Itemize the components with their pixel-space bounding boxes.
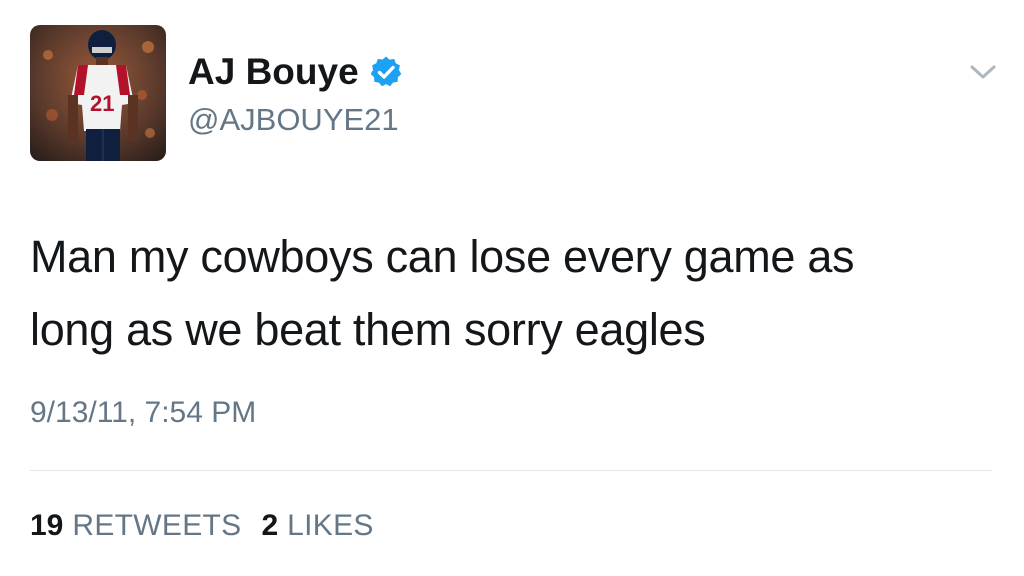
tweet-card: 21 AJ Bouye @AJBOUYE21 Man my cowboys ca… [0,0,1024,576]
likes-label: LIKES [287,509,374,542]
tweet-text-line: long as we beat them sorry eagles [30,304,706,355]
tweet-stats: 19 RETWEETS 2 LIKES [30,506,394,546]
retweets-count: 19 [30,509,64,542]
retweets-stat[interactable]: 19 RETWEETS [30,506,241,546]
verified-badge-icon [369,55,403,89]
likes-count: 2 [261,509,279,542]
avatar[interactable]: 21 [30,25,166,161]
chevron-down-icon[interactable] [966,58,1000,86]
author-name-text[interactable]: AJ Bouye [188,50,359,94]
retweets-label: RETWEETS [72,509,242,542]
divider [30,470,992,471]
likes-stat[interactable]: 2 LIKES [261,506,373,546]
svg-text:21: 21 [90,91,114,116]
tweet-text: Man my cowboys can lose every game as lo… [30,220,1000,366]
tweet-timestamp[interactable]: 9/13/11, 7:54 PM [30,393,256,433]
profile-photo: 21 [30,25,166,161]
author-display-name[interactable]: AJ Bouye [188,50,403,94]
tweet-text-line: Man my cowboys can lose every game as [30,231,855,282]
author-handle[interactable]: @AJBOUYE21 [188,100,399,140]
